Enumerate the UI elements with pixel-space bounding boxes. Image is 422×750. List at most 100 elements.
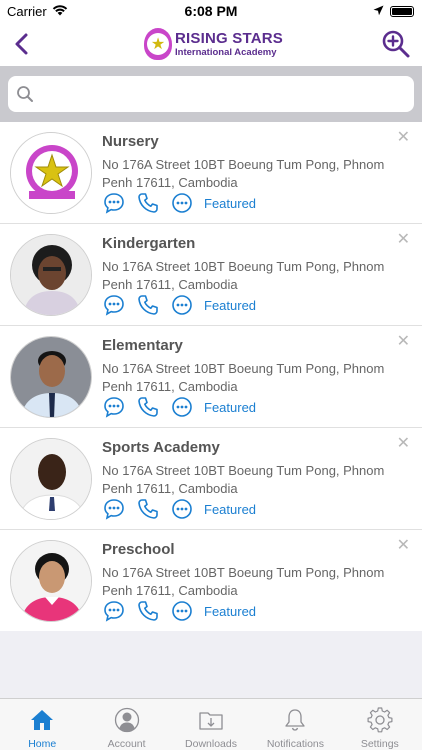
message-button[interactable] [102, 192, 126, 214]
tab-account[interactable]: Account [84, 699, 168, 750]
search-icon [17, 86, 33, 102]
home-icon [31, 710, 54, 730]
dismiss-icon[interactable]: ✕ [397, 130, 410, 146]
phone-icon [138, 601, 158, 621]
call-button[interactable] [136, 498, 160, 520]
location-arrow-icon [373, 4, 384, 19]
item-title: Sports Academy [102, 439, 220, 456]
item-title: Nursery [102, 133, 159, 150]
chevron-left-icon [15, 33, 28, 55]
academy-logo: ★ RISING STARS International Academy [144, 26, 283, 62]
call-button[interactable] [136, 192, 160, 214]
item-title: Elementary [102, 337, 183, 354]
phone-icon [138, 193, 158, 213]
tab-label: Home [28, 738, 57, 750]
gear-icon [367, 707, 393, 733]
chat-bubble-icon [104, 499, 124, 520]
tab-home[interactable]: Home [0, 699, 84, 750]
phone-icon [138, 499, 158, 519]
message-button[interactable] [102, 600, 126, 622]
tab-label: Notifications [266, 738, 325, 750]
logo-subtitle: International Academy [175, 46, 277, 58]
more-button[interactable] [170, 498, 194, 520]
tab-downloads[interactable]: Downloads [169, 699, 253, 750]
dismiss-icon[interactable]: ✕ [397, 538, 410, 554]
phone-icon [138, 397, 158, 417]
avatar [10, 540, 92, 622]
navigation-bar: ★ RISING STARS International Academy [0, 22, 422, 66]
search-box[interactable] [8, 76, 414, 112]
featured-badge: Featured [204, 603, 257, 619]
avatar [10, 132, 92, 214]
chat-bubble-icon [104, 601, 124, 622]
item-actions: Featured [102, 192, 256, 214]
academy-logo-icon [11, 133, 91, 213]
account-icon [114, 707, 139, 733]
item-actions: Featured [102, 396, 256, 418]
item-address: No 176A Street 10BT Boeung Tum Pong, Phn… [102, 157, 385, 190]
chat-bubble-icon [104, 295, 124, 316]
more-button[interactable] [170, 294, 194, 316]
downloads-icon [199, 712, 223, 730]
dismiss-icon[interactable]: ✕ [397, 232, 410, 248]
message-button[interactable] [102, 396, 126, 418]
item-actions: Featured [102, 294, 256, 316]
person-photo-icon [11, 541, 91, 621]
list-item[interactable]: Elementary No 176A Street 10BT Boeung Tu… [0, 326, 422, 428]
list-item[interactable]: Kindergarten No 176A Street 10BT Boeung … [0, 224, 422, 326]
back-button[interactable] [8, 28, 38, 60]
star-badge-icon: ★ [144, 28, 172, 60]
list-item[interactable]: Nursery No 176A Street 10BT Boeung Tum P… [0, 122, 422, 224]
search-bar-container [0, 66, 422, 122]
dismiss-icon[interactable]: ✕ [397, 436, 410, 452]
tab-label: Settings [360, 738, 399, 750]
more-options-icon [172, 601, 192, 621]
featured-badge: Featured [204, 297, 257, 313]
school-list: Nursery No 176A Street 10BT Boeung Tum P… [0, 122, 422, 631]
more-options-icon [172, 499, 192, 519]
person-photo-icon [11, 235, 91, 315]
featured-badge: Featured [204, 195, 257, 211]
item-title: Kindergarten [102, 235, 196, 252]
more-options-icon [172, 295, 192, 315]
chat-bubble-icon [104, 193, 124, 214]
featured-badge: Featured [204, 399, 257, 415]
avatar [10, 336, 92, 418]
more-button[interactable] [170, 396, 194, 418]
tab-settings[interactable]: Settings [338, 699, 422, 750]
clock: 6:08 PM [184, 3, 238, 19]
battery-icon [390, 6, 414, 17]
tab-label: Account [107, 738, 146, 750]
item-actions: Featured [102, 600, 256, 622]
person-photo-icon [11, 439, 91, 519]
call-button[interactable] [136, 396, 160, 418]
item-actions: Featured [102, 498, 256, 520]
more-button[interactable] [170, 192, 194, 214]
item-address: No 176A Street 10BT Boeung Tum Pong, Phn… [102, 259, 385, 292]
list-item[interactable]: Sports Academy No 176A Street 10BT Boeun… [0, 428, 422, 530]
tab-label: Downloads [185, 738, 237, 750]
zoom-in-icon [382, 30, 410, 58]
message-button[interactable] [102, 294, 126, 316]
status-bar: Carrier 6:08 PM [0, 0, 422, 22]
avatar [10, 234, 92, 316]
more-options-icon [172, 397, 192, 417]
list-item[interactable]: Preschool No 176A Street 10BT Boeung Tum… [0, 530, 422, 631]
dismiss-icon[interactable]: ✕ [397, 334, 410, 350]
chat-bubble-icon [104, 397, 124, 418]
item-address: No 176A Street 10BT Boeung Tum Pong, Phn… [102, 463, 385, 496]
logo-title: RISING STARS [175, 29, 283, 47]
phone-icon [138, 295, 158, 315]
call-button[interactable] [136, 600, 160, 622]
zoom-in-button[interactable] [380, 28, 412, 60]
search-input[interactable] [40, 76, 400, 112]
tab-notifications[interactable]: Notifications [253, 699, 337, 750]
item-address: No 176A Street 10BT Boeung Tum Pong, Phn… [102, 565, 385, 598]
tab-bar: Home Account Downloads Notifications Set… [0, 698, 422, 750]
more-button[interactable] [170, 600, 194, 622]
item-address: No 176A Street 10BT Boeung Tum Pong, Phn… [102, 361, 385, 394]
message-button[interactable] [102, 498, 126, 520]
person-photo-icon [11, 337, 91, 417]
call-button[interactable] [136, 294, 160, 316]
bell-icon [285, 709, 306, 731]
